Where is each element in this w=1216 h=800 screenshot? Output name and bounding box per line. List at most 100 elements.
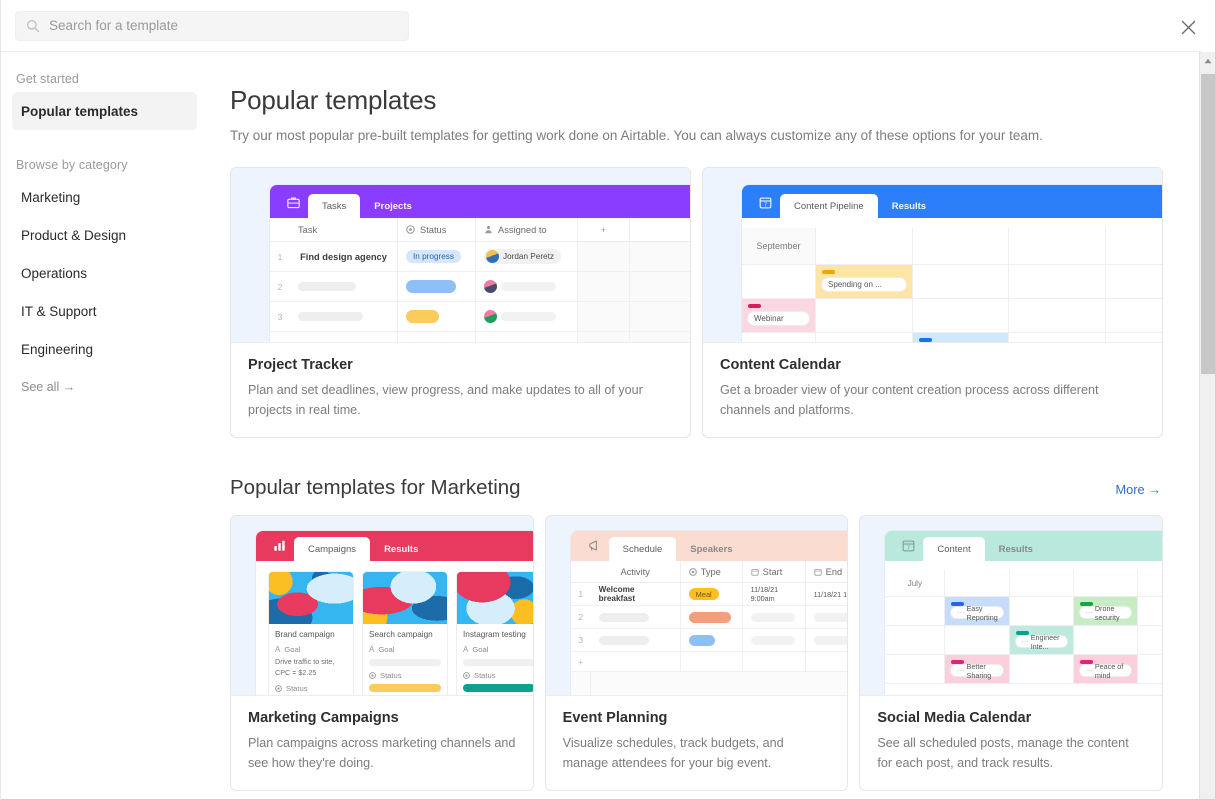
table-row[interactable]: 2 — [570, 606, 848, 630]
type-badge — [688, 634, 715, 646]
template-card-marketing-campaigns[interactable]: Campaigns Results Brand campaign A Goal … — [230, 515, 534, 792]
calendar-event-chip[interactable]: Webinar — [747, 311, 810, 326]
preview-tab-speakers[interactable]: Speakers — [676, 537, 746, 561]
table-row[interactable]: 1 Welcome breakfast Meal 11/18/21 9:00am… — [570, 583, 848, 607]
sidebar-see-all-link[interactable]: See all → — [12, 372, 197, 402]
calendar-cell[interactable] — [1105, 265, 1162, 299]
search-box[interactable] — [15, 10, 409, 41]
calendar-event-cell[interactable] — [912, 333, 1009, 342]
calendar-cell[interactable] — [1137, 570, 1163, 598]
calendar-cell[interactable] — [1137, 626, 1163, 656]
calendar-event-cell[interactable]: ⋯ Better Sharing — [945, 655, 1010, 685]
preview-tab-content-pipeline[interactable]: Content Pipeline — [780, 194, 878, 218]
gallery-field-goal: A Goal — [463, 645, 533, 654]
calendar-cell[interactable] — [1105, 228, 1162, 265]
sidebar-item-popular-templates[interactable]: Popular templates — [12, 92, 197, 130]
calendar-event-cell[interactable]: Spending on ... — [816, 265, 913, 299]
preview-tab-tasks[interactable]: Tasks — [308, 194, 361, 218]
preview-add-column-button[interactable]: + — [578, 218, 630, 241]
template-card-content-calendar[interactable]: 7 Content Pipeline Results September Spe… — [702, 167, 1163, 439]
calendar-cell[interactable] — [912, 265, 1009, 299]
scrollbar-thumb[interactable] — [1201, 74, 1215, 374]
status-badge-label: In progress — [413, 252, 454, 261]
sidebar-item-operations[interactable]: Operations — [12, 254, 197, 292]
table-add-row[interactable]: + — [270, 332, 690, 342]
table-row[interactable]: 2 — [270, 272, 690, 302]
cell-activity — [591, 629, 681, 652]
calendar-month-text: July — [907, 578, 922, 588]
preview-column-label: Start — [762, 566, 783, 577]
calendar-event-cell[interactable]: ⋯ Peace of mind — [1073, 655, 1138, 685]
calendar-cell[interactable] — [945, 626, 1010, 656]
cell-start — [743, 629, 806, 652]
close-button[interactable] — [1175, 14, 1201, 40]
template-card-event-planning[interactable]: Schedule Speakers Activity Type Start En… — [544, 515, 849, 792]
calendar-cell[interactable] — [1073, 626, 1138, 656]
preview-tab-results[interactable]: Results — [985, 537, 1047, 561]
vertical-scrollbar[interactable] — [1199, 52, 1215, 799]
calendar-event-cell[interactable]: ⋯ Engineer Inte... — [1009, 626, 1074, 656]
scroll-up-button[interactable] — [1200, 52, 1215, 69]
template-card-social-media-calendar[interactable]: 7 Content Results July ⋯ Easy Reporting … — [859, 515, 1164, 792]
preview-tab-projects[interactable]: Projects — [360, 194, 426, 218]
calendar-cell[interactable] — [885, 626, 946, 656]
briefcase-icon — [287, 197, 300, 209]
template-preview-content-calendar: 7 Content Pipeline Results September Spe… — [703, 168, 1162, 343]
calendar-event-chip[interactable]: ⋯ Drone security — [1078, 604, 1132, 622]
gallery-field-status: Status — [463, 671, 533, 680]
preview-tab-content[interactable]: Content — [923, 537, 985, 562]
calendar-event-chip[interactable]: ⋯ Easy Reporting — [950, 604, 1004, 622]
table-row[interactable]: 3 — [570, 629, 848, 653]
calendar-event-chip[interactable]: ⋯ Better Sharing — [950, 662, 1004, 680]
calendar-cell[interactable] — [1009, 265, 1106, 299]
sidebar-item-marketing[interactable]: Marketing — [12, 178, 197, 216]
calendar-event-cell[interactable]: Webinar — [742, 299, 816, 333]
calendar-cell[interactable] — [816, 299, 913, 333]
calendar-event-chip[interactable]: Spending on ... — [821, 277, 907, 292]
preview-tab-schedule[interactable]: Schedule — [608, 537, 677, 562]
svg-text:7: 7 — [764, 202, 767, 208]
calendar-cell[interactable] — [1137, 655, 1163, 685]
gallery-card[interactable]: Search campaign A Goal Status — [362, 571, 448, 696]
section-title: Popular templates for Marketing — [230, 476, 521, 500]
calendar-cell[interactable] — [816, 228, 913, 265]
calendar-event-cell[interactable]: ⋯ Drone security — [1073, 597, 1138, 627]
calendar-cell[interactable] — [885, 655, 946, 685]
preview-tab-campaigns[interactable]: Campaigns — [294, 537, 371, 562]
calendar-cell[interactable] — [742, 265, 816, 299]
preview-tab-results[interactable]: Results — [878, 194, 940, 218]
calendar-event-chip[interactable]: ⋯ Peace of mind — [1078, 662, 1132, 680]
calendar-cell[interactable] — [1009, 655, 1074, 685]
calendar-cell[interactable] — [816, 333, 913, 342]
calendar-cell[interactable] — [945, 570, 1010, 598]
calendar-cell[interactable] — [1073, 570, 1138, 598]
calendar-event-chip[interactable]: ⋯ Engineer Inte... — [1014, 633, 1068, 651]
calendar-cell[interactable] — [1009, 597, 1074, 627]
calendar-cell[interactable] — [1009, 228, 1106, 265]
calendar-cell[interactable] — [1105, 299, 1162, 333]
sidebar-item-it-support[interactable]: IT & Support — [12, 292, 197, 330]
cell-empty — [630, 302, 690, 331]
calendar-event-cell[interactable]: ⋯ Easy Reporting — [945, 597, 1010, 627]
preview-tab-results[interactable]: Results — [370, 537, 432, 561]
sidebar-item-engineering[interactable]: Engineering — [12, 330, 197, 368]
table-row[interactable]: 3 — [270, 302, 690, 332]
gallery-card-title: Search campaign — [369, 630, 433, 640]
more-link[interactable]: More → — [1115, 482, 1161, 497]
table-add-row[interactable]: + — [570, 652, 848, 673]
calendar-cell[interactable] — [742, 333, 816, 342]
gallery-card[interactable]: Brand campaign A Goal Drive traffic to s… — [268, 571, 354, 696]
calendar-cell[interactable] — [912, 228, 1009, 265]
calendar-cell[interactable] — [912, 299, 1009, 333]
calendar-cell[interactable] — [1009, 333, 1106, 342]
calendar-cell[interactable] — [1106, 333, 1163, 342]
calendar-cell[interactable] — [1137, 597, 1163, 627]
sidebar-item-product-design[interactable]: Product & Design — [12, 216, 197, 254]
gallery-card[interactable]: Instagram testing A Goal Status — [456, 571, 533, 696]
calendar-cell[interactable] — [885, 597, 946, 627]
table-row[interactable]: 1 Find design agency In progress Jordan … — [270, 242, 690, 272]
template-card-project-tracker[interactable]: Tasks Projects Task Status Assigned to +… — [230, 167, 691, 439]
calendar-cell[interactable] — [1009, 299, 1106, 333]
search-input[interactable] — [49, 18, 398, 33]
calendar-cell[interactable] — [1009, 570, 1074, 598]
